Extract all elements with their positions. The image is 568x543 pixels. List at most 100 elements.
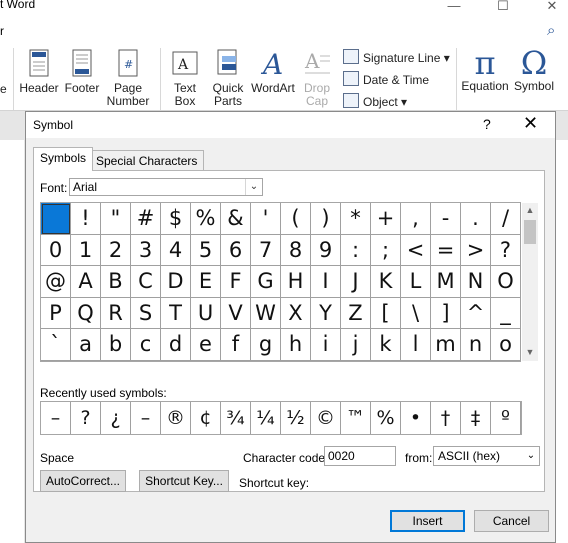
symbol-cell[interactable]: 0 bbox=[41, 234, 71, 267]
symbol-cell[interactable]: B bbox=[101, 266, 131, 298]
recent-symbol-cell[interactable]: ¾ bbox=[221, 402, 251, 434]
symbol-cell[interactable]: T bbox=[161, 297, 191, 330]
tab-special-characters[interactable]: Special Characters bbox=[89, 150, 205, 170]
symbol-cell[interactable]: o bbox=[491, 329, 521, 361]
symbol-cell[interactable]: Y bbox=[311, 297, 341, 330]
lightbulb-help-icon[interactable]: ⌕ bbox=[547, 22, 563, 39]
object-button[interactable]: Object ▾ bbox=[343, 93, 407, 109]
recent-symbol-cell[interactable]: – bbox=[41, 402, 71, 434]
recent-symbol-cell[interactable]: ½ bbox=[281, 402, 311, 434]
character-code-input[interactable]: 0020 bbox=[324, 446, 396, 466]
recent-symbol-cell[interactable]: º bbox=[491, 402, 521, 434]
symbol-cell[interactable]: e bbox=[191, 329, 221, 361]
recent-symbol-cell[interactable]: ¢ bbox=[191, 402, 221, 434]
tab-symbols[interactable]: Symbols bbox=[33, 147, 94, 171]
chevron-down-icon[interactable]: ⌄ bbox=[523, 447, 539, 465]
equation-button[interactable]: π Equation bbox=[458, 46, 512, 93]
symbol-cell[interactable]: M bbox=[431, 266, 461, 298]
symbol-cell[interactable]: $ bbox=[161, 203, 191, 235]
symbol-cell[interactable]: d bbox=[161, 329, 191, 361]
symbol-cell[interactable]: @ bbox=[41, 266, 71, 298]
symbol-cell[interactable]: \ bbox=[401, 297, 431, 330]
scroll-up-icon[interactable]: ▲ bbox=[522, 205, 538, 215]
symbol-cell[interactable]: ] bbox=[431, 297, 461, 330]
autocorrect-button[interactable]: AutoCorrect... bbox=[40, 470, 126, 492]
header-button[interactable]: Header bbox=[18, 48, 60, 95]
symbol-cell[interactable]: & bbox=[221, 203, 251, 235]
symbol-cell[interactable]: Q bbox=[71, 297, 101, 330]
symbol-cell[interactable]: L bbox=[401, 266, 431, 298]
footer-button[interactable]: Footer bbox=[62, 48, 102, 95]
symbol-cell[interactable]: # bbox=[131, 203, 161, 235]
symbol-cell[interactable]: i bbox=[311, 329, 341, 361]
symbol-cell[interactable]: 7 bbox=[251, 234, 281, 267]
symbol-cell[interactable]: - bbox=[431, 203, 461, 235]
symbol-cell[interactable]: P bbox=[41, 297, 71, 330]
symbol-cell[interactable]: m bbox=[431, 329, 461, 361]
recent-symbol-cell[interactable]: % bbox=[371, 402, 401, 434]
symbol-cell[interactable]: , bbox=[401, 203, 431, 235]
font-dropdown[interactable]: Arial ⌄ bbox=[69, 178, 263, 196]
drop-cap-button[interactable]: A Drop Cap bbox=[299, 48, 335, 108]
symbol-cell[interactable]: ) bbox=[311, 203, 341, 235]
symbol-cell[interactable]: " bbox=[101, 203, 131, 235]
symbol-cell[interactable]: H bbox=[281, 266, 311, 298]
symbol-cell[interactable]: X bbox=[281, 297, 311, 330]
symbol-cell[interactable]: C bbox=[131, 266, 161, 298]
chevron-down-icon[interactable]: ⌄ bbox=[245, 179, 262, 195]
symbol-cell[interactable]: O bbox=[491, 266, 521, 298]
symbol-cell[interactable]: S bbox=[131, 297, 161, 330]
symbol-cell[interactable]: R bbox=[101, 297, 131, 330]
symbol-cell[interactable]: U bbox=[191, 297, 221, 330]
symbol-cell[interactable]: Z bbox=[341, 297, 371, 330]
symbol-cell[interactable]: I bbox=[311, 266, 341, 298]
symbol-cell[interactable]: 3 bbox=[131, 234, 161, 267]
symbol-cell[interactable]: j bbox=[341, 329, 371, 361]
minimize-icon[interactable]: — bbox=[444, 0, 464, 14]
close-icon[interactable]: ✕ bbox=[523, 113, 538, 134]
scrollbar-thumb[interactable] bbox=[524, 220, 536, 244]
recent-symbol-cell[interactable]: ™ bbox=[341, 402, 371, 434]
symbol-cell[interactable]: 8 bbox=[281, 234, 311, 267]
insert-button[interactable]: Insert bbox=[390, 510, 465, 532]
symbol-cell[interactable]: c bbox=[131, 329, 161, 361]
symbol-cell[interactable]: ^ bbox=[461, 297, 491, 330]
symbol-cell[interactable]: b bbox=[101, 329, 131, 361]
symbol-cell[interactable]: ' bbox=[251, 203, 281, 235]
symbol-cell[interactable]: 4 bbox=[161, 234, 191, 267]
symbol-cell[interactable]: J bbox=[341, 266, 371, 298]
date-time-button[interactable]: Date & Time bbox=[343, 71, 429, 87]
symbol-cell[interactable]: A bbox=[71, 266, 101, 298]
quick-parts-button[interactable]: Quick Parts bbox=[208, 48, 248, 108]
symbol-cell[interactable]: 2 bbox=[101, 234, 131, 267]
page-number-button[interactable]: # Page Number bbox=[104, 48, 152, 108]
symbol-cell[interactable]: W bbox=[251, 297, 281, 330]
signature-line-button[interactable]: Signature Line ▾ bbox=[343, 49, 450, 65]
recent-symbol-cell[interactable]: ‡ bbox=[461, 402, 491, 434]
recent-symbol-cell[interactable]: © bbox=[311, 402, 341, 434]
symbol-cell[interactable]: K bbox=[371, 266, 401, 298]
symbol-cell[interactable]: g bbox=[251, 329, 281, 361]
symbol-cell[interactable]: ; bbox=[371, 234, 401, 267]
symbol-cell[interactable]: k bbox=[371, 329, 401, 361]
recent-symbol-cell[interactable]: ? bbox=[71, 402, 101, 434]
symbol-cell[interactable]: / bbox=[491, 203, 521, 235]
wordart-button[interactable]: A WordArt bbox=[249, 48, 297, 95]
grid-scrollbar[interactable]: ▲ ▼ bbox=[522, 203, 538, 361]
symbol-cell[interactable]: ` bbox=[41, 329, 71, 361]
symbol-cell[interactable]: . bbox=[461, 203, 491, 235]
from-dropdown[interactable]: ASCII (hex) ⌄ bbox=[433, 446, 540, 466]
symbol-button[interactable]: Ω Symbol bbox=[512, 46, 556, 93]
close-window-icon[interactable]: ✕ bbox=[542, 0, 562, 14]
symbol-cell[interactable]: F bbox=[221, 266, 251, 298]
cancel-button[interactable]: Cancel bbox=[474, 510, 549, 532]
symbol-cell[interactable]: E bbox=[191, 266, 221, 298]
symbol-cell[interactable]: N bbox=[461, 266, 491, 298]
symbol-cell[interactable]: % bbox=[191, 203, 221, 235]
symbol-cell[interactable]: : bbox=[341, 234, 371, 267]
text-box-button[interactable]: A Text Box bbox=[168, 48, 202, 108]
symbol-cell[interactable]: < bbox=[401, 234, 431, 267]
symbol-cell[interactable]: + bbox=[371, 203, 401, 235]
symbol-cell[interactable]: V bbox=[221, 297, 251, 330]
symbol-cell[interactable]: 1 bbox=[71, 234, 101, 267]
